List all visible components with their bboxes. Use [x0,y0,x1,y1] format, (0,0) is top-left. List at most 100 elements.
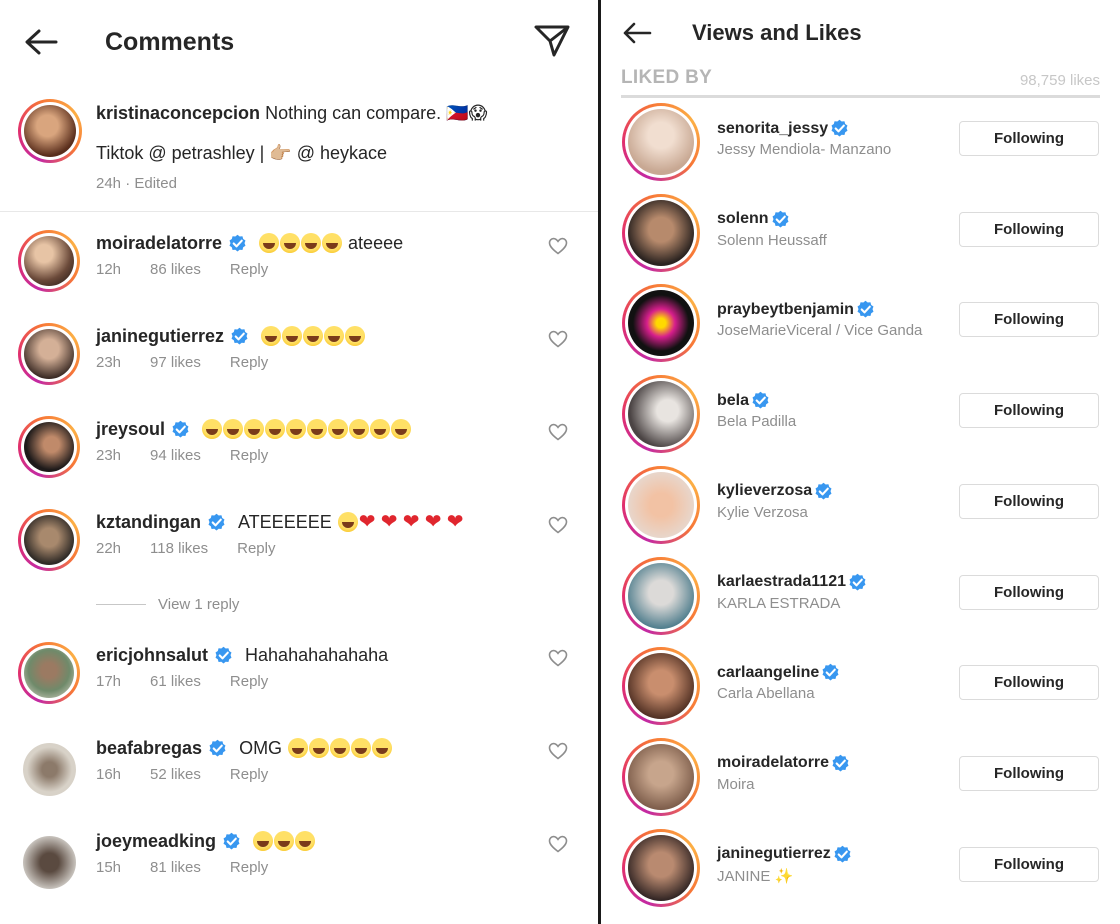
liker-fullname: Kylie Verzosa [717,503,808,521]
comment-text: janinegutierrez [96,323,366,349]
liker-fullname: Jessy Mendiola- Manzano [717,141,892,158]
comment-text: ericjohnsalut Hahahahahahaha [96,642,388,668]
reply-button[interactable]: Reply [230,673,268,690]
page-title: Views and Likes [692,20,862,45]
comment-username[interactable]: moiradelatorre [96,233,222,254]
comment-username[interactable]: janinegutierrez [96,326,224,347]
liker-row[interactable]: karlaestrada1121 KARLA ESTRADA Following [601,555,1120,645]
following-button[interactable]: Following [959,483,1099,519]
caption-text: kristinaconcepcion Nothing can compare. … [96,100,487,126]
laughing-emoji-icon [337,512,358,532]
avatar[interactable] [622,465,700,544]
comment-text: jreysoul [96,416,412,442]
following-button[interactable]: Following [959,302,1099,338]
comment-likes[interactable]: 118 likes [150,540,208,557]
heart-icon[interactable] [548,835,568,853]
liker-username[interactable]: karlaestrada1121 [717,573,873,592]
liker-row[interactable]: bela Bela Padilla Following [601,373,1120,463]
liker-username[interactable]: moiradelatorre [717,754,856,773]
comment-username[interactable]: ericjohnsalut [96,645,208,666]
liker-username[interactable]: praybeytbenjamin [717,300,881,319]
reply-button[interactable]: Reply [230,447,268,464]
following-button[interactable]: Following [959,211,1099,247]
avatar[interactable] [18,99,82,163]
liker-username[interactable]: bela [717,391,776,410]
comment-likes[interactable]: 94 likes [150,447,201,464]
liker-row[interactable]: solenn Solenn Heussaff Following [601,192,1120,282]
comment-username[interactable]: beafabregas [96,738,202,759]
comment-likes[interactable]: 86 likes [150,261,201,278]
heart-icon[interactable] [548,237,568,255]
liker-fullname: Moira [717,775,755,793]
heart-icon[interactable] [548,516,568,534]
comment-item: jreysoul 23h 94 likes Reply [0,416,598,509]
reply-button[interactable]: Reply [230,354,268,371]
comment-meta: 17h 61 likes Reply [96,673,297,690]
liker-row[interactable]: moiradelatorre Moira Following [601,736,1120,826]
liker-fullname: Bela Padilla [717,413,797,431]
heart-icon[interactable] [548,742,568,760]
liker-username[interactable]: carlaangeline [717,663,846,682]
liker-row[interactable]: janinegutierrez JANINE ✨ Following [601,827,1120,917]
comment-username[interactable]: joeymeadking [96,831,216,852]
reply-button[interactable]: Reply [230,859,268,876]
following-button[interactable]: Following [959,665,1099,701]
avatar[interactable] [622,828,700,907]
liker-row[interactable]: praybeytbenjamin JoseMarieViceral / Vice … [601,282,1120,372]
liker-row[interactable]: senorita_jessy Jessy Mendiola- Manzano Fol… [601,101,1120,191]
liker-username[interactable]: solenn [717,210,796,229]
back-arrow-icon[interactable] [622,21,652,45]
reply-button[interactable]: Reply [237,540,275,557]
verified-badge-icon [832,754,849,772]
back-arrow-icon[interactable] [24,28,58,56]
liker-fullname: JoseMarieViceral / Vice Ganda [717,322,923,340]
avatar[interactable] [18,230,80,292]
avatar[interactable] [622,737,700,816]
verified-badge-icon [831,119,848,137]
send-icon[interactable] [533,23,571,59]
avatar[interactable] [622,375,700,454]
comment-username[interactable]: kztandingan [96,512,201,533]
avatar[interactable] [622,556,700,635]
verified-badge-icon [752,391,769,409]
heart-icon[interactable] [548,423,568,441]
reply-button[interactable]: Reply [230,261,268,278]
following-button[interactable]: Following [959,846,1099,882]
verified-badge-icon [215,646,232,663]
reply-button[interactable]: Reply [230,766,268,783]
liker-username[interactable]: janinegutierrez [717,845,858,864]
liker-username[interactable]: kylieverzosa [717,482,839,501]
following-button[interactable]: Following [959,121,1099,156]
avatar[interactable] [18,509,80,571]
comment-body: Hahahahahahaha [245,644,389,665]
avatar[interactable] [622,103,700,181]
liker-row[interactable]: kylieverzosa Kylie Verzosa Following [601,464,1120,554]
view-replies-link[interactable]: View 1 reply [96,596,239,613]
comment-likes[interactable]: 81 likes [150,859,201,876]
following-button[interactable]: Following [959,393,1099,429]
comment-likes[interactable]: 52 likes [150,766,201,783]
comment-time: 23h [96,447,122,464]
caption-time: 24h [96,175,122,192]
comment-username[interactable]: jreysoul [96,419,165,440]
avatar[interactable] [18,416,80,478]
avatar[interactable] [18,642,80,704]
avatar[interactable] [18,323,80,385]
avatar[interactable] [23,743,76,796]
avatar[interactable] [23,836,76,889]
heart-icon[interactable] [548,330,568,348]
liker-username[interactable]: senorita_jessy [717,119,855,138]
verified-badge-icon [772,210,789,228]
comment-likes[interactable]: 97 likes [150,354,201,371]
heart-icon[interactable] [548,649,568,667]
liked-by-label: LIKED BY [621,67,713,88]
comment-likes[interactable]: 61 likes [150,673,201,690]
avatar[interactable] [622,193,700,272]
caption-username[interactable]: kristinaconcepcion [96,103,260,123]
avatar[interactable] [622,284,700,363]
following-button[interactable]: Following [959,574,1099,610]
comment-text: kztandingan ATEEEEEE [96,509,467,535]
liker-row[interactable]: carlaangeline Carla Abellana Following [601,645,1120,735]
following-button[interactable]: Following [959,755,1099,791]
avatar[interactable] [622,647,700,726]
